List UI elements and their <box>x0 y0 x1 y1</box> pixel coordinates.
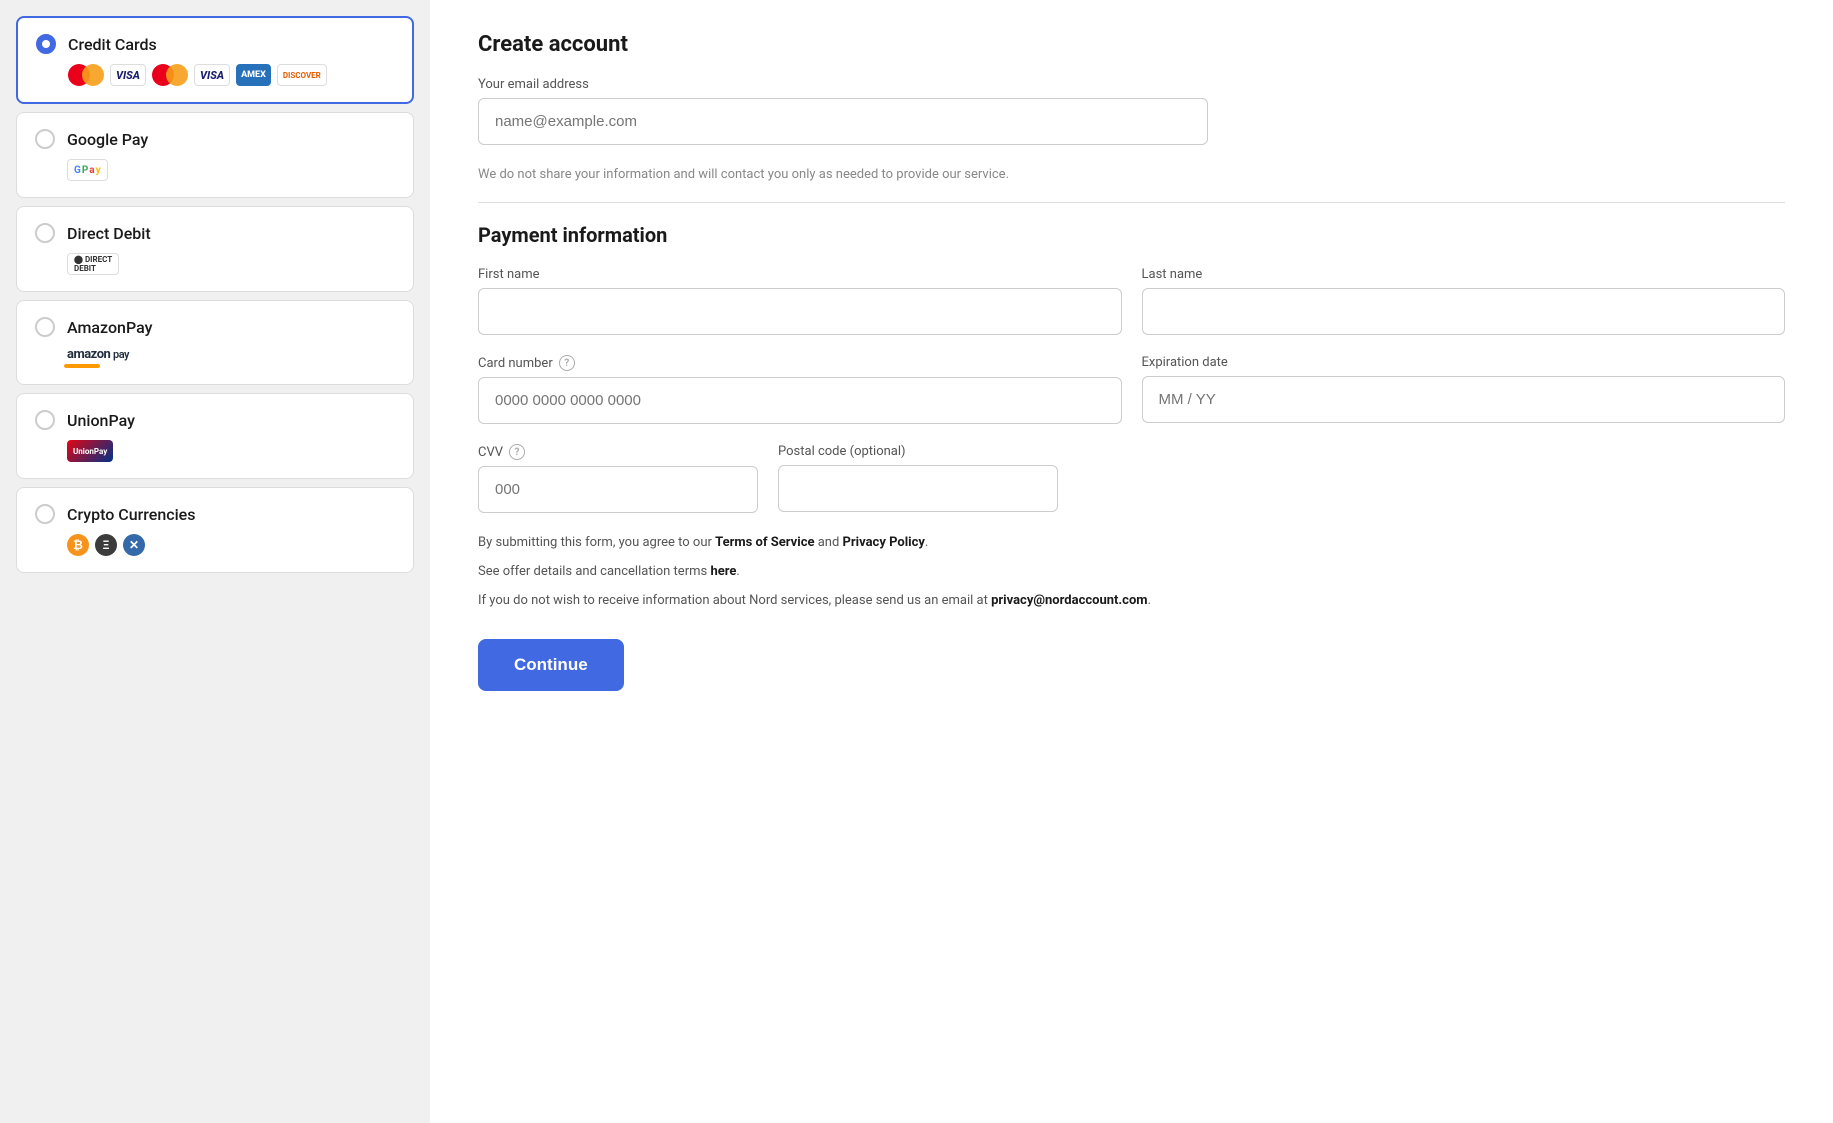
cvv-group: CVV ? <box>478 444 758 513</box>
terms-of-service-link[interactable]: Terms of Service <box>715 535 814 550</box>
cvv-label: CVV <box>478 445 503 460</box>
terms-section: By submitting this form, you agree to ou… <box>478 533 1208 611</box>
unionpay-icon: UnionPay <box>67 440 113 462</box>
mastercard2-icon <box>152 64 188 86</box>
card-number-help-icon[interactable]: ? <box>559 355 575 371</box>
discover-icon: DISCOVER <box>277 64 327 86</box>
payment-info-title: Payment information <box>478 223 1785 247</box>
gpay-icon: GPay <box>67 159 108 181</box>
first-name-group: First name <box>478 267 1122 335</box>
crypto-label: Crypto Currencies <box>67 505 196 524</box>
continue-button[interactable]: Continue <box>478 639 624 691</box>
postal-group: Postal code (optional) <box>778 444 1058 513</box>
payment-option-crypto[interactable]: Crypto Currencies ₿ Ξ ✕ <box>16 487 414 573</box>
amex-icon: AMEX <box>236 64 271 86</box>
xrp-icon: ✕ <box>123 534 145 556</box>
first-name-input[interactable] <box>478 288 1122 335</box>
expiration-group: Expiration date <box>1142 355 1786 424</box>
payment-option-direct-debit[interactable]: Direct Debit ⬤ DIRECTDEBIT <box>16 206 414 292</box>
union-pay-label: UnionPay <box>67 411 135 430</box>
cvv-postal-row: CVV ? Postal code (optional) <box>478 444 1058 513</box>
card-number-input[interactable] <box>478 377 1122 424</box>
first-name-label: First name <box>478 267 1122 282</box>
union-pay-logos: UnionPay <box>35 440 395 462</box>
crypto-logos: ₿ Ξ ✕ <box>35 534 395 556</box>
postal-input[interactable] <box>778 465 1058 512</box>
name-row: First name Last name <box>478 267 1785 335</box>
visa2-icon: VISA <box>194 64 230 86</box>
create-account-title: Create account <box>478 32 1785 57</box>
last-name-input[interactable] <box>1142 288 1786 335</box>
divider <box>478 202 1785 203</box>
google-pay-logos: GPay <box>35 159 395 181</box>
payment-option-union-pay[interactable]: UnionPay UnionPay <box>16 393 414 479</box>
payment-option-credit-cards[interactable]: Credit Cards VISA VISA AMEX DISCOVER <box>16 16 414 104</box>
radio-amazon-pay[interactable] <box>35 317 55 337</box>
privacy-policy-link[interactable]: Privacy Policy <box>843 535 925 550</box>
radio-direct-debit[interactable] <box>35 223 55 243</box>
direct-debit-icon: ⬤ DIRECTDEBIT <box>67 253 119 275</box>
card-number-group: Card number ? <box>478 355 1122 424</box>
radio-credit-cards[interactable] <box>36 34 56 54</box>
visa-icon: VISA <box>110 64 146 86</box>
cvv-input[interactable] <box>478 466 758 513</box>
card-number-label: Card number <box>478 356 553 371</box>
radio-crypto[interactable] <box>35 504 55 524</box>
ethereum-icon: Ξ <box>95 534 117 556</box>
bitcoin-icon: ₿ <box>67 534 89 556</box>
amazon-pay-icon: amazon pay <box>67 347 129 368</box>
email-input[interactable] <box>478 98 1208 145</box>
privacy-email-link[interactable]: privacy@nordaccount.com <box>991 593 1147 608</box>
amazon-pay-logos: amazon pay <box>35 347 395 368</box>
card-row: Card number ? Expiration date <box>478 355 1785 424</box>
terms-line3: If you do not wish to receive informatio… <box>478 591 1208 612</box>
radio-google-pay[interactable] <box>35 129 55 149</box>
direct-debit-label: Direct Debit <box>67 224 151 243</box>
last-name-group: Last name <box>1142 267 1786 335</box>
google-pay-label: Google Pay <box>67 130 148 149</box>
expiration-label: Expiration date <box>1142 355 1786 370</box>
amazon-pay-label: AmazonPay <box>67 318 152 337</box>
last-name-label: Last name <box>1142 267 1786 282</box>
terms-here-link[interactable]: here <box>710 564 736 579</box>
payment-option-google-pay[interactable]: Google Pay GPay <box>16 112 414 198</box>
payment-option-amazon-pay[interactable]: AmazonPay amazon pay <box>16 300 414 385</box>
credit-cards-label: Credit Cards <box>68 35 157 54</box>
expiration-input[interactable] <box>1142 376 1786 423</box>
postal-label: Postal code (optional) <box>778 444 1058 459</box>
form-panel: Create account Your email address We do … <box>430 0 1833 1123</box>
payment-methods-panel: Credit Cards VISA VISA AMEX DISCOVER Goo… <box>0 0 430 1123</box>
email-label: Your email address <box>478 77 1785 92</box>
terms-line1: By submitting this form, you agree to ou… <box>478 533 1208 554</box>
privacy-note: We do not share your information and wil… <box>478 167 1785 182</box>
mastercard-icon <box>68 64 104 86</box>
cvv-help-icon[interactable]: ? <box>509 444 525 460</box>
radio-union-pay[interactable] <box>35 410 55 430</box>
direct-debit-logos: ⬤ DIRECTDEBIT <box>35 253 395 275</box>
terms-line2: See offer details and cancellation terms… <box>478 562 1208 583</box>
credit-card-logos: VISA VISA AMEX DISCOVER <box>36 64 394 86</box>
